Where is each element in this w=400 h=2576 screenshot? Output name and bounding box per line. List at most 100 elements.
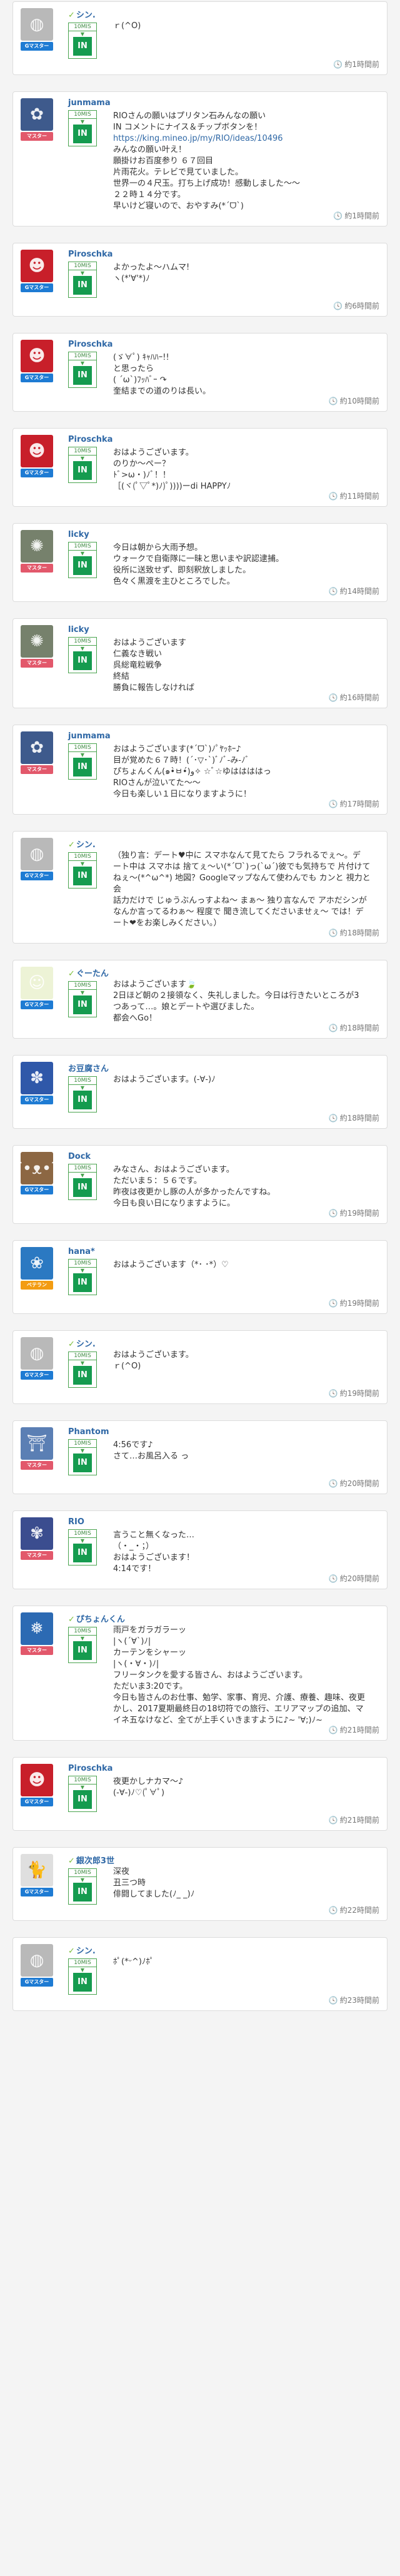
username[interactable]: licky (68, 625, 112, 634)
time-ago: 🕓 約19時間前 (329, 1298, 379, 1308)
checkin-time: 10MIS (69, 1440, 96, 1448)
username[interactable]: Piroschka (68, 1764, 112, 1773)
avatar[interactable]: ☻ (21, 250, 53, 282)
message-line: つあって…。娘とデートや選びました。 (113, 1002, 259, 1012)
username[interactable]: junmama (68, 731, 112, 741)
post-message: 雨戸をガラガラーッ |ヽ(´∀`)ﾉ| カーテンをシャーッ |ヽ(・∀・)ﾉ| フリータ… (113, 1612, 379, 1726)
username-text[interactable]: Dock (68, 1152, 91, 1161)
message-line: 今日も皆さんのお仕事、勉学、家事、育児、介護、療養、趣味、夜更 (113, 1693, 366, 1703)
username[interactable]: ✓ シン. (68, 1337, 112, 1349)
username[interactable]: Dock (68, 1152, 112, 1161)
username[interactable]: ✓ ぐーたん (68, 967, 112, 979)
avatar-image-icon: ✺ (30, 632, 44, 651)
message-line: 役所に送致せず、即刻釈放しました。 (113, 566, 251, 575)
leaf-icon: ✓ (68, 969, 75, 979)
username[interactable]: ✓ ぴちょんくん (68, 1612, 125, 1624)
idea-link[interactable]: https://king.mineo.jp/my/RIO/ideas/10496 (113, 133, 379, 145)
avatar[interactable]: ☻ (21, 1764, 53, 1796)
avatar[interactable]: ◍ (21, 1337, 53, 1370)
checkin-time: 10MIS (69, 1164, 96, 1173)
username-text[interactable]: licky (68, 625, 89, 634)
message-line: のりか〜ぺー？ (113, 459, 171, 469)
username[interactable]: Phantom (68, 1427, 112, 1437)
username-text[interactable]: hana* (68, 1247, 95, 1256)
username-text[interactable]: Phantom (68, 1427, 109, 1437)
username-text[interactable]: licky (68, 530, 89, 539)
avatar[interactable]: ◍ (21, 1944, 53, 1977)
clock-icon: 🕓 (333, 60, 343, 69)
username-text[interactable]: Piroschka (68, 340, 112, 349)
arrow-down-icon: ▼ (80, 1967, 85, 1973)
username-text[interactable]: junmama (68, 98, 111, 108)
clock-icon: 🕓 (328, 929, 338, 937)
avatar[interactable]: ✺ (21, 625, 53, 658)
username[interactable]: ✓ 銀次郎3世 (68, 1854, 114, 1866)
time-ago: 🕓 約23時間前 (329, 1995, 379, 2005)
username[interactable]: お豆腐さん (68, 1062, 112, 1074)
username-text[interactable]: お豆腐さん (68, 1064, 109, 1074)
avatar[interactable]: ⛩ (21, 1427, 53, 1460)
username[interactable]: Piroschka (68, 250, 112, 259)
checkin-column: ✓ シン. 10MIS ▼ IN (68, 1944, 112, 1995)
username[interactable]: RIO (68, 1517, 112, 1527)
avatar[interactable]: 🐈 (21, 1854, 53, 1886)
checkin-stamp: 10MIS ▼ IN (68, 637, 97, 673)
username[interactable]: hana* (68, 1247, 112, 1256)
checkin-post: ʕ•ᴥ•ʔ Gマスター Dock 10MIS ▼ IN みなさん、おはようござい… (12, 1145, 388, 1224)
avatar-image-icon: ʕ•ᴥ•ʔ (21, 1159, 53, 1178)
username[interactable]: ✓ シン. (68, 1944, 112, 1956)
username[interactable]: licky (68, 530, 112, 539)
username-text[interactable]: Piroschka (68, 1764, 112, 1773)
message-line: ﾎﾟ(*ᵕ^)ﾉﾎﾟ (113, 1957, 154, 1967)
message-line: （独り言：デート♥中に スマホなんて見てたら フラれるでぇ〜。デ (113, 851, 361, 860)
clock-icon: 🕓 (328, 1114, 338, 1123)
avatar[interactable]: ✽ (21, 1062, 53, 1094)
username-text[interactable]: 銀次郎3世 (76, 1856, 114, 1866)
arrow-down-icon: ▼ (80, 1784, 85, 1790)
username-text[interactable]: シン. (76, 1947, 96, 1956)
checkin-post: ◍ Gマスター ✓ シン. 10MIS ▼ IN （独り言：デート♥中に スマホな… (12, 831, 388, 944)
rank-badge: Gマスター (21, 1798, 53, 1806)
username-text[interactable]: シン. (76, 840, 96, 850)
clock-icon: 🕓 (328, 1816, 338, 1825)
avatar[interactable]: ☻ (21, 435, 53, 467)
time-ago-text: 約6時間前 (344, 302, 379, 310)
avatar[interactable]: ☻ (21, 340, 53, 372)
rank-badge: Gマスター (21, 872, 53, 880)
message-line: 終結 (113, 672, 130, 681)
avatar[interactable]: ✾ (21, 1517, 53, 1550)
message-line: おはようございます。 (113, 1350, 194, 1360)
message-line: かし、2017夏期最終日の18切符での旅行、エリアマップの追加、マ (113, 1704, 364, 1714)
checkin-in-label: IN (73, 556, 92, 575)
avatar[interactable]: ʕ•ᴥ•ʔ (21, 1152, 53, 1184)
checkin-in-label: IN (73, 1273, 92, 1292)
avatar[interactable]: ◍ (21, 838, 53, 870)
username-text[interactable]: Piroschka (68, 250, 112, 259)
avatar[interactable]: ❀ (21, 1247, 53, 1280)
arrow-down-icon: ▼ (80, 1173, 85, 1178)
username[interactable]: ✓ シン. (68, 8, 112, 20)
username-text[interactable]: junmama (68, 731, 111, 741)
arrow-down-icon: ▼ (80, 1448, 85, 1453)
arrow-down-icon: ▼ (80, 861, 85, 867)
avatar[interactable]: ◍ (21, 8, 53, 41)
username[interactable]: junmama (68, 98, 112, 108)
username[interactable]: Piroschka (68, 435, 112, 444)
avatar[interactable]: ❅ (21, 1612, 53, 1645)
avatar[interactable]: ✿ (21, 731, 53, 764)
username-text[interactable]: ぴちょんくん (76, 1615, 125, 1624)
message-line: 目が覚めた６７時！(´･▽･`)ﾞﾉﾞ-み-ﾉﾞ (113, 756, 250, 765)
avatar[interactable]: ✺ (21, 530, 53, 563)
username-text[interactable]: シン. (76, 11, 96, 20)
avatar-image-icon: ⛩ (26, 1434, 48, 1453)
username-text[interactable]: RIO (68, 1517, 84, 1527)
username[interactable]: Piroschka (68, 340, 112, 349)
avatar[interactable]: ☺ (21, 967, 53, 999)
username-text[interactable]: ぐーたん (76, 969, 109, 979)
username-text[interactable]: Piroschka (68, 435, 112, 444)
username-text[interactable]: シン. (76, 1340, 96, 1349)
username[interactable]: ✓ シン. (68, 838, 112, 850)
arrow-down-icon: ▼ (80, 456, 85, 461)
checkin-stamp: 10MIS ▼ IN (68, 542, 97, 578)
avatar[interactable]: ✿ (21, 98, 53, 131)
